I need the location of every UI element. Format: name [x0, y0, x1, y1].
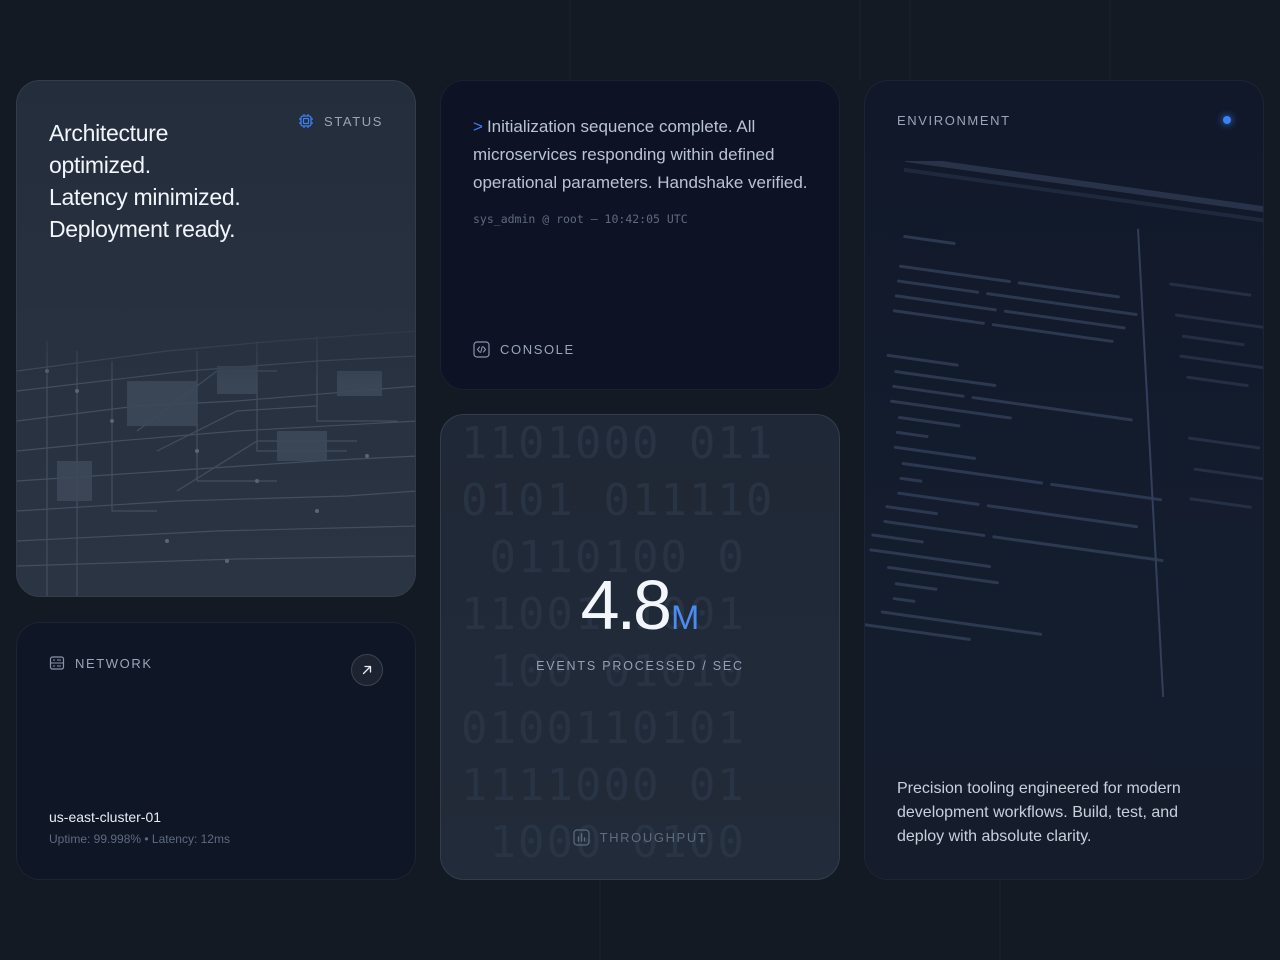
console-message-text: Initialization sequence complete. All mi…: [473, 117, 808, 192]
environment-card: ENVIRONMENT Precision tooling engineered…: [864, 80, 1264, 880]
cluster-meta: Uptime: 99.998% • Latency: 12ms: [49, 832, 230, 846]
server-icon: [49, 656, 65, 670]
throughput-label-text: THROUGHPUT: [599, 830, 708, 845]
headline-line: optimized.: [49, 152, 151, 178]
console-label: CONSOLE: [473, 341, 575, 358]
headline-line: Architecture: [49, 120, 169, 146]
status-card: Architecture optimized. Latency minimize…: [16, 80, 416, 597]
throughput-card: 1101000 011 0101 011110 0110100 0 11001 …: [440, 414, 840, 880]
console-prompt: >: [473, 117, 483, 136]
console-card: > Initialization sequence complete. All m…: [440, 80, 840, 390]
console-sys-line: sys_admin @ root — 10:42:05 UTC: [473, 212, 688, 226]
throughput-unit: M: [670, 599, 700, 637]
throughput-metric: 4.8M: [441, 565, 839, 645]
headline-line: Deployment ready.: [49, 216, 236, 242]
code-screen-image: [865, 161, 1263, 698]
arrow-up-right-icon: [362, 665, 372, 675]
network-label: NETWORK: [49, 655, 153, 671]
status-label: STATUS: [298, 113, 383, 129]
code-icon: [473, 341, 490, 358]
network-card[interactable]: NETWORK us-east-cluster-01 Uptime: 99.99…: [16, 622, 416, 880]
environment-description: Precision tooling engineered for modern …: [897, 780, 1181, 845]
bar-chart-icon: [573, 829, 590, 846]
cpu-icon: [299, 114, 314, 128]
status-label-text: STATUS: [324, 113, 383, 129]
binary-pattern: 1101000 011 0101 011110 0110100 0 11001 …: [461, 418, 775, 879]
environment-status-dot: [1223, 116, 1231, 124]
circuit-board-image: [17, 311, 415, 596]
cluster-name: us-east-cluster-01: [49, 809, 162, 825]
environment-label: ENVIRONMENT: [897, 113, 1011, 128]
throughput-label: THROUGHPUT: [441, 829, 839, 846]
network-label-text: NETWORK: [75, 655, 153, 671]
console-message: > Initialization sequence complete. All m…: [473, 113, 813, 197]
headline-line: Latency minimized.: [49, 184, 241, 210]
open-network-button[interactable]: [351, 654, 383, 686]
console-label-text: CONSOLE: [500, 342, 575, 357]
throughput-value: 4.8: [580, 566, 672, 644]
throughput-caption: EVENTS PROCESSED / SEC: [536, 659, 744, 673]
status-headline: Architecture optimized. Latency minimize…: [49, 117, 269, 245]
